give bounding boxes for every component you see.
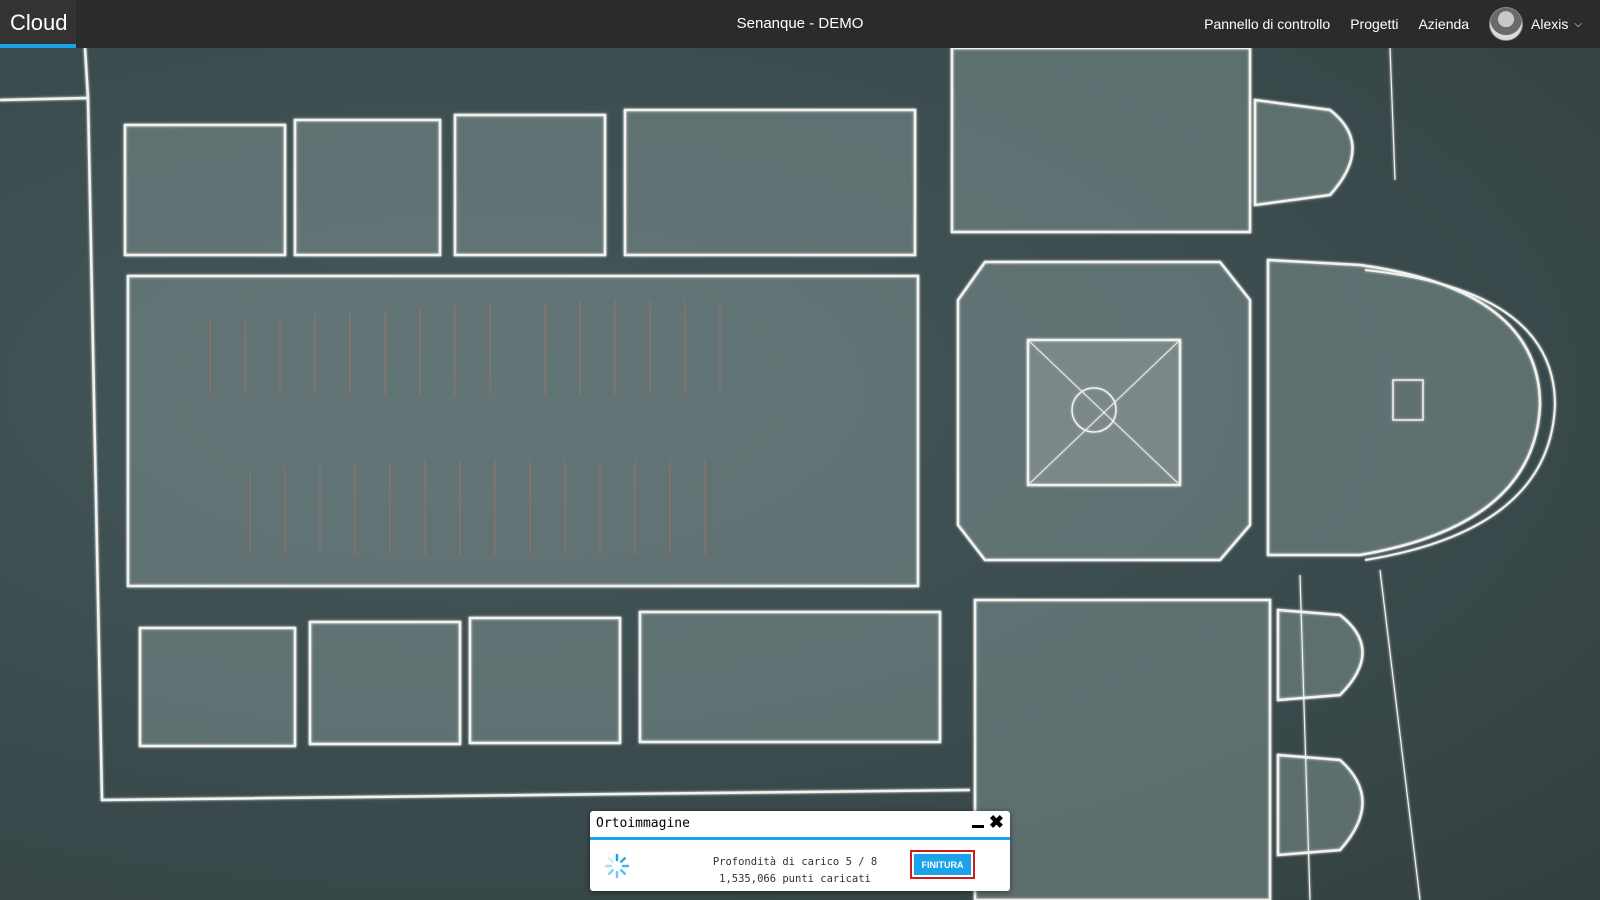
chevron-down-icon[interactable]: ⌵ <box>1574 19 1582 30</box>
loading-spinner-icon <box>604 853 630 879</box>
finish-button[interactable]: FINITURA <box>914 854 971 875</box>
panel-header[interactable]: Ortoimmagine ✖ <box>590 811 1010 840</box>
minimize-icon[interactable] <box>972 825 984 828</box>
project-title-text: Senanque - DEMO <box>736 15 864 32</box>
point-cloud-viewport[interactable] <box>0 48 1600 900</box>
finish-button-highlight: FINITURA <box>910 850 975 879</box>
user-name[interactable]: Alexis <box>1531 16 1568 32</box>
panel-title: Ortoimmagine <box>596 816 690 831</box>
user-avatar[interactable] <box>1489 7 1524 41</box>
brand-active-indicator <box>0 44 76 48</box>
orthoimage-plan <box>0 48 1557 900</box>
brand-text: Cloud <box>10 10 68 35</box>
load-depth: Profondità di carico 5 / 8 <box>712 856 878 868</box>
brand-logo[interactable]: Cloud <box>0 0 76 48</box>
top-navbar: Cloud Senanque - DEMO Pannello di contro… <box>0 0 1600 48</box>
close-icon[interactable]: ✖ <box>989 813 1004 831</box>
orthoimage-panel: Ortoimmagine ✖ Profondità di carico 5 / … <box>590 811 1010 891</box>
load-status: Profondità di carico 5 / 8 1,535,066 pun… <box>650 854 940 888</box>
nav-dashboard[interactable]: Pannello di controllo <box>1204 16 1330 32</box>
nav-links: Pannello di controllo Progetti Azienda A… <box>1204 0 1600 48</box>
nav-company[interactable]: Azienda <box>1418 16 1469 32</box>
points-loaded: 1,535,066 punti caricati <box>719 873 871 885</box>
nav-projects[interactable]: Progetti <box>1350 16 1398 32</box>
